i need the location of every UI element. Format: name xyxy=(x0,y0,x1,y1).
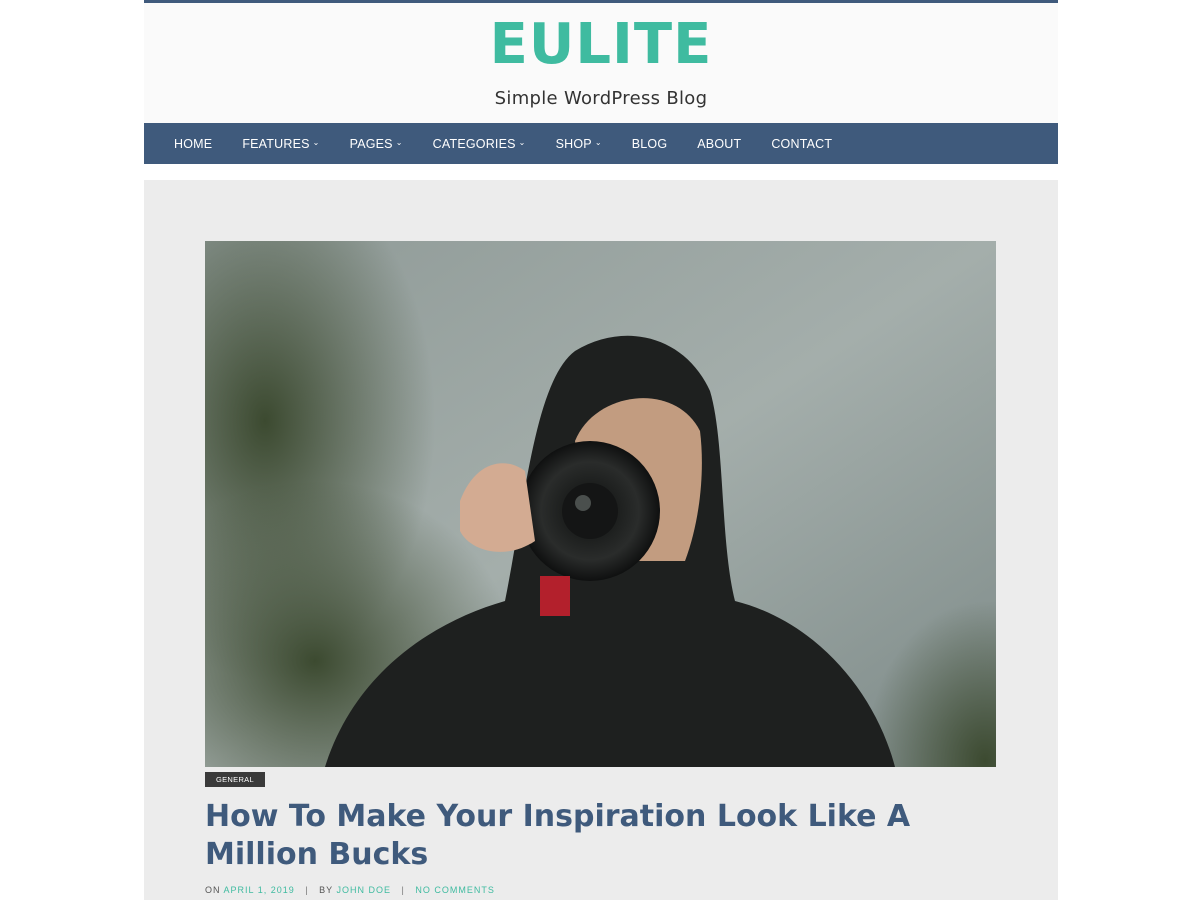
nav-item-label: HOME xyxy=(174,136,213,151)
photographer-photo xyxy=(205,241,996,767)
main-nav: HOME FEATURES ⌄ PAGES ⌄ CATEGORIES ⌄ SHOP ⌄ … xyxy=(144,123,1058,164)
nav-item-label: CATEGORIES xyxy=(432,136,516,151)
meta-on-label: ON xyxy=(205,885,221,895)
post-card: GENERAL How To Make Your Inspiration Loo… xyxy=(144,180,1058,900)
nav-item-label: SHOP xyxy=(555,136,592,151)
site-title[interactable]: EULITE xyxy=(144,13,1058,77)
nav-item-pages[interactable]: PAGES ⌄ xyxy=(350,137,403,151)
nav-item-categories[interactable]: CATEGORIES ⌄ xyxy=(433,137,526,151)
nav-item-about[interactable]: ABOUT xyxy=(697,137,741,151)
post-date-link[interactable]: APRIL 1, 2019 xyxy=(224,885,295,895)
post-meta: ON APRIL 1, 2019 | BY JOHN DOE | NO COMM… xyxy=(205,885,495,895)
nav-item-shop[interactable]: SHOP ⌄ xyxy=(556,137,602,151)
nav-item-blog[interactable]: BLOG xyxy=(632,137,668,151)
meta-separator: | xyxy=(305,885,309,895)
nav-item-features[interactable]: FEATURES ⌄ xyxy=(242,137,319,151)
site-header: EULITE Simple WordPress Blog xyxy=(144,3,1058,123)
meta-separator: | xyxy=(401,885,405,895)
nav-item-label: BLOG xyxy=(631,136,668,151)
meta-by-label: BY xyxy=(319,885,333,895)
chevron-down-icon: ⌄ xyxy=(312,137,320,147)
chevron-down-icon: ⌄ xyxy=(518,137,526,147)
chevron-down-icon: ⌄ xyxy=(395,137,403,147)
author-link[interactable]: JOHN DOE xyxy=(336,885,391,895)
chevron-down-icon: ⌄ xyxy=(594,137,602,147)
nav-item-label: FEATURES xyxy=(242,136,310,151)
page: EULITE Simple WordPress Blog HOME FEATUR… xyxy=(0,0,1200,900)
nav-item-contact[interactable]: CONTACT xyxy=(771,137,832,151)
nav-item-home[interactable]: HOME xyxy=(174,137,212,151)
nav-item-label: PAGES xyxy=(349,136,393,151)
nav-item-label: ABOUT xyxy=(697,136,742,151)
site-tagline: Simple WordPress Blog xyxy=(494,88,708,109)
comments-link[interactable]: NO COMMENTS xyxy=(415,885,495,895)
category-badge[interactable]: GENERAL xyxy=(205,772,265,787)
post-title[interactable]: How To Make Your Inspiration Look Like A… xyxy=(205,798,1005,874)
featured-image[interactable] xyxy=(205,241,996,767)
nav-item-label: CONTACT xyxy=(771,136,833,151)
